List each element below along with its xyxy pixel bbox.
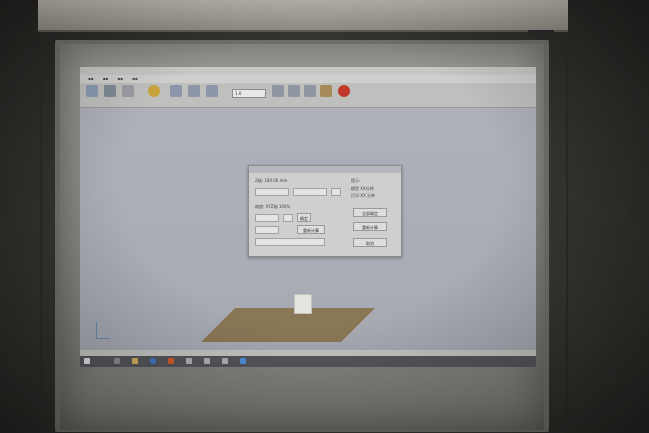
dialog-recompute-button[interactable]: 重新计算 (297, 225, 325, 234)
screen-brand-label (528, 30, 554, 34)
dialog-small-button[interactable]: 确定 (297, 213, 311, 222)
dialog-recalculate-button[interactable]: 重新计算 (353, 222, 387, 231)
menu-bar: ▪▪ ▪▪ ▪▪ ▪▪ (80, 75, 536, 83)
rotate-icon[interactable] (188, 85, 200, 97)
dialog-field[interactable] (331, 188, 341, 196)
slicer-application-window: ▪▪ ▪▪ ▪▪ ▪▪ 1.0 Z轴: 180.00 mm 提示: 模型 XX分… (80, 67, 536, 367)
axis-y-icon (96, 322, 97, 338)
windows-taskbar (80, 356, 536, 367)
stop-icon[interactable] (338, 85, 350, 97)
open-icon[interactable] (86, 85, 98, 97)
folder-icon[interactable] (132, 358, 138, 364)
dialog-hint-line-2: 模型 XX分钟 (351, 186, 374, 191)
menu-item[interactable]: ▪▪ (103, 75, 108, 83)
dialog-field[interactable] (283, 214, 293, 222)
app-icon[interactable] (168, 358, 174, 364)
dialog-cancel-button[interactable]: 取消 (353, 238, 387, 247)
wall-seam-right (566, 30, 568, 433)
dialog-z-label: Z轴: 180.00 mm (255, 178, 288, 183)
app-icon[interactable] (204, 358, 210, 364)
search-icon[interactable] (114, 358, 120, 364)
menu-item[interactable]: ▪▪ (88, 75, 93, 83)
print-icon[interactable] (148, 85, 160, 97)
export-icon[interactable] (320, 85, 332, 97)
dialog-title-bar (249, 166, 401, 173)
app-icon[interactable] (222, 358, 228, 364)
projector-screen-case (38, 0, 568, 34)
browser-icon[interactable] (150, 358, 156, 364)
scale-icon[interactable] (206, 85, 218, 97)
menu-item[interactable]: ▪▪ (117, 75, 122, 83)
dialog-scale-label: 缩放: XYZ轴 100% (255, 204, 291, 209)
dialog-field[interactable] (255, 188, 289, 196)
dialog-field[interactable] (255, 238, 325, 246)
menu-item[interactable]: ▪▪ (132, 75, 137, 83)
dialog-field[interactable] (255, 226, 279, 234)
dialog-confirm-all-button[interactable]: 全部确定 (353, 208, 387, 217)
axis-x-icon (96, 338, 110, 339)
build-plate (201, 308, 375, 342)
support-icon[interactable] (272, 85, 284, 97)
dialog-hint-line-1: 提示: (351, 178, 361, 183)
view-select[interactable]: 1.0 (232, 89, 266, 98)
window-titlebar (80, 67, 536, 75)
dialog-field[interactable] (255, 214, 279, 222)
model-part[interactable] (294, 294, 312, 314)
settings-icon[interactable] (122, 85, 134, 97)
print-settings-dialog: Z轴: 180.00 mm 提示: 模型 XX分钟 打印 XX 分钟 缩放: X… (248, 165, 402, 257)
app-icon[interactable] (186, 358, 192, 364)
app-icon[interactable] (240, 358, 246, 364)
dialog-hint-line-3: 打印 XX 分钟 (351, 193, 376, 198)
toolbar: 1.0 (80, 83, 536, 108)
move-icon[interactable] (170, 85, 182, 97)
slice-icon[interactable] (288, 85, 300, 97)
windows-icon[interactable] (84, 358, 90, 364)
layer-icon[interactable] (304, 85, 316, 97)
save-icon[interactable] (104, 85, 116, 97)
dialog-field[interactable] (293, 188, 327, 196)
wall-seam-left (40, 30, 42, 433)
